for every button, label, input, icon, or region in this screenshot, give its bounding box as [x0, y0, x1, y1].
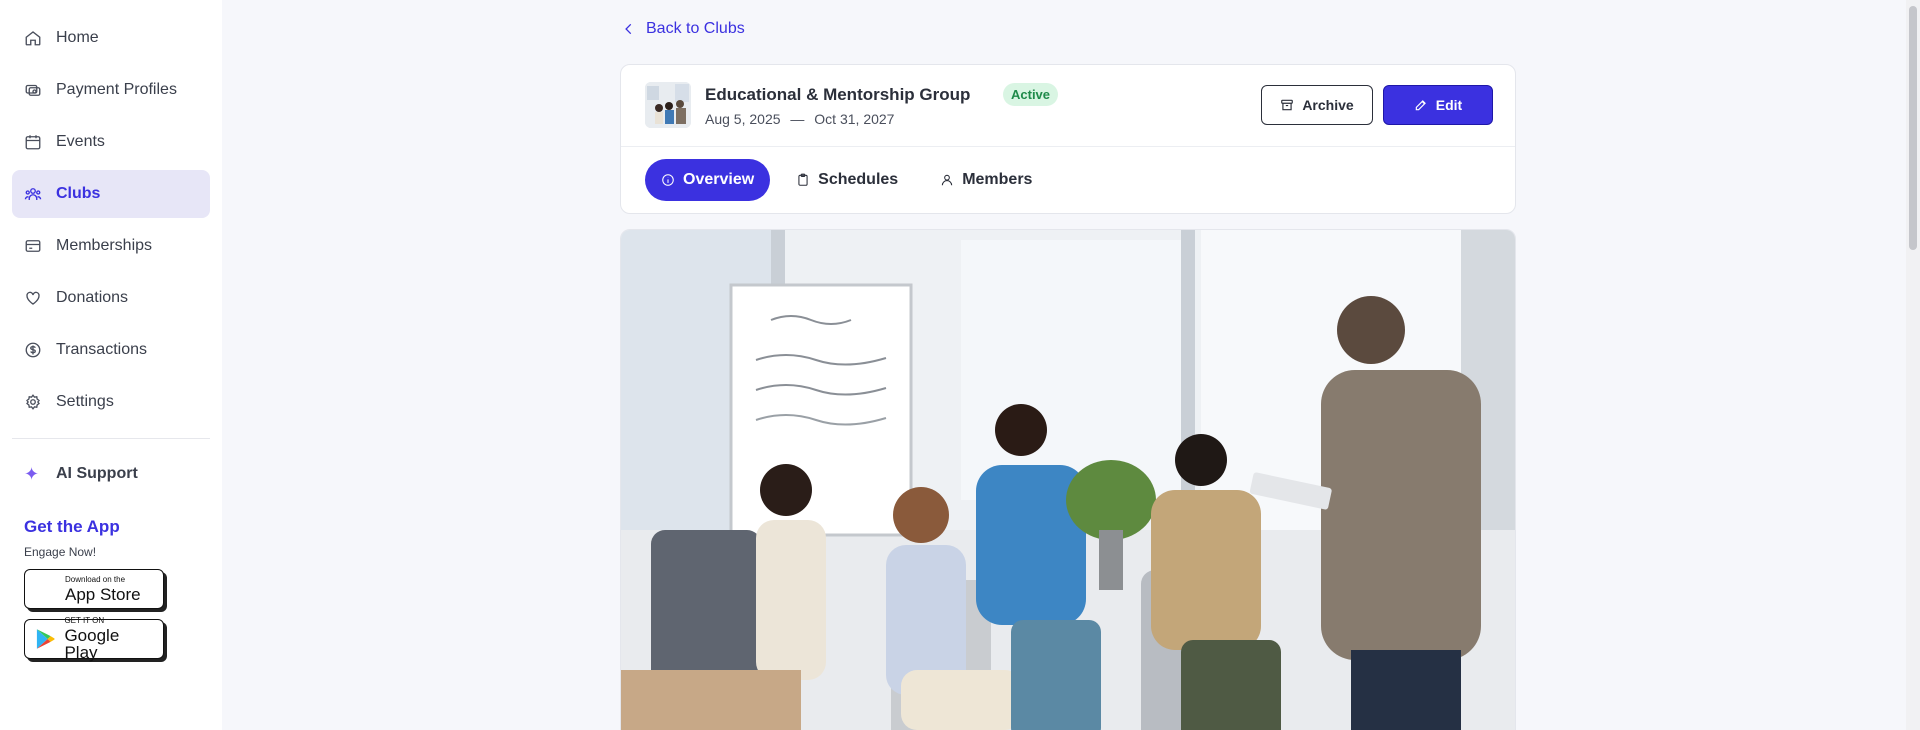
sidebar-item-clubs[interactable]: Clubs	[12, 170, 210, 218]
info-icon	[662, 174, 674, 186]
tab-label: Schedules	[818, 171, 899, 188]
club-tabs: Overview Schedules Members	[645, 159, 1048, 201]
sidebar-item-events[interactable]: Events	[12, 118, 210, 166]
dollar-icon	[25, 342, 41, 358]
sidebar-item-home[interactable]: Home	[12, 14, 210, 62]
app-store-big-text: App Store	[65, 584, 141, 604]
back-to-clubs-link[interactable]: Back to Clubs	[622, 20, 745, 38]
payment-icon	[25, 84, 41, 96]
tab-schedules[interactable]: Schedules	[780, 159, 914, 201]
google-play-badge[interactable]: GET IT ON Google Play	[24, 616, 164, 662]
sidebar-item-label: Events	[56, 133, 105, 150]
get-app-section: Get the App Engage Now! Download on the …	[12, 517, 210, 662]
ai-support-label: AI Support	[56, 465, 138, 482]
app-store-badge[interactable]: Download on the App Store	[24, 569, 164, 609]
ai-support-button[interactable]: ✦ AI Support	[12, 451, 210, 497]
archive-label: Archive	[1302, 97, 1354, 113]
sidebar-item-label: Payment Profiles	[56, 81, 177, 98]
gear-icon	[26, 394, 40, 410]
users-icon	[24, 188, 42, 200]
calendar-icon	[25, 135, 41, 150]
tab-overview[interactable]: Overview	[645, 159, 771, 201]
club-header-card: Educational & Mentorship Group Active Au…	[620, 64, 1516, 214]
google-play-big-text: Google Play	[64, 626, 120, 662]
sidebar-item-settings[interactable]: Settings	[12, 378, 210, 426]
tab-label: Overview	[683, 171, 755, 188]
page-scrollbar[interactable]	[1906, 0, 1920, 730]
heart-icon	[26, 291, 40, 305]
sidebar-item-donations[interactable]: Donations	[12, 274, 210, 322]
club-thumbnail	[645, 82, 691, 128]
sidebar-item-label: Home	[56, 29, 99, 46]
club-header: Educational & Mentorship Group Active Au…	[621, 65, 1515, 147]
sidebar-divider	[12, 438, 210, 439]
sidebar-item-label: Memberships	[56, 237, 153, 254]
sidebar-item-label: Settings	[56, 393, 114, 410]
sidebar: Home Payment Profiles Events Clubs Membe…	[0, 0, 222, 730]
tab-label: Members	[962, 171, 1033, 188]
sidebar-item-label: Transactions	[56, 341, 147, 358]
date-separator: —	[790, 111, 805, 127]
club-dates: Aug 5, 2025 — Oct 31, 2027	[705, 111, 894, 127]
card-icon	[25, 240, 41, 252]
sidebar-item-label: Clubs	[56, 185, 101, 202]
archive-button[interactable]: Archive	[1261, 85, 1373, 125]
clipboard-icon	[798, 173, 808, 186]
edit-label: Edit	[1435, 97, 1463, 113]
google-play-small-text: GET IT ON	[64, 616, 105, 625]
club-cover-image	[620, 229, 1516, 730]
tab-members[interactable]: Members	[924, 159, 1048, 201]
edit-icon	[1415, 100, 1426, 111]
sidebar-item-transactions[interactable]: Transactions	[12, 326, 210, 374]
sidebar-item-label: Donations	[56, 289, 129, 306]
home-icon	[25, 31, 41, 46]
club-name: Educational & Mentorship Group	[705, 85, 971, 104]
google-play-icon	[36, 629, 55, 649]
get-app-title: Get the App	[24, 517, 120, 536]
back-link-label: Back to Clubs	[646, 20, 745, 37]
edit-button[interactable]: Edit	[1383, 85, 1493, 125]
user-icon	[941, 174, 953, 186]
archive-icon	[1281, 99, 1294, 111]
status-badge: Active	[1003, 83, 1059, 106]
app-store-small-text: Download on the	[65, 574, 126, 584]
get-app-subtitle: Engage Now!	[24, 545, 97, 559]
scrollbar-thumb[interactable]	[1909, 6, 1917, 250]
sidebar-item-payment-profiles[interactable]: Payment Profiles	[12, 66, 210, 114]
chevron-left-icon	[625, 23, 632, 35]
start-date: Aug 5, 2025	[705, 111, 781, 127]
sidebar-item-memberships[interactable]: Memberships	[12, 222, 210, 270]
sparkle-icon: ✦	[24, 463, 40, 484]
end-date: Oct 31, 2027	[814, 111, 895, 127]
